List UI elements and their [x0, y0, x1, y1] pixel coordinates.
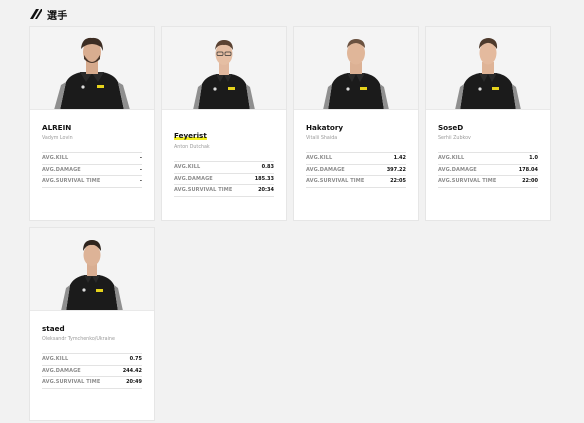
stat-row-kill: AVG.KILL 1.42 [306, 153, 406, 165]
stat-value: 397.22 [386, 166, 406, 173]
player-photo [162, 27, 286, 110]
stat-value: 244.42 [122, 367, 142, 374]
player-real-name: Anton Dutchak [174, 145, 210, 150]
player-stats: AVG.KILL 1.0 AVG.DAMAGE 178.04 AVG.SURVI… [438, 152, 538, 188]
stat-row-kill: AVG.KILL - [42, 153, 142, 165]
stat-label: AVG.DAMAGE [42, 166, 81, 173]
player-name: staed [42, 324, 65, 333]
stat-value: 20:49 [126, 379, 142, 386]
player-card[interactable]: staed Oleksandr Tymchenko/Ukraine AVG.KI… [30, 228, 154, 420]
stat-value: 22:05 [390, 178, 406, 185]
player-name: Feyerist [174, 131, 207, 141]
stat-value: - [139, 155, 142, 162]
player-card[interactable]: ALREIN Vadym Lovin AVG.KILL - AVG.DAMAGE… [30, 27, 154, 220]
player-card[interactable]: SoseD Serhii Zubkov AVG.KILL 1.0 AVG.DAM… [426, 27, 550, 220]
stat-label: AVG.KILL [438, 155, 465, 162]
stat-row-damage: AVG.DAMAGE 178.04 [438, 165, 538, 176]
player-card[interactable]: Hakatory Vitalii Shaida AVG.KILL 1.42 AV… [294, 27, 418, 220]
stat-value: 0.83 [261, 164, 274, 171]
player-name: Hakatory [306, 123, 344, 132]
stat-value: 1.0 [529, 155, 538, 162]
stat-label: AVG.DAMAGE [42, 367, 81, 374]
player-real-name: Vadym Lovin [42, 136, 73, 141]
stat-row-survival-time: AVG.SURVIVAL TIME 22:05 [306, 176, 406, 188]
player-stats: AVG.KILL - AVG.DAMAGE - AVG.SURVIVAL TIM… [42, 152, 142, 188]
stat-value: - [139, 166, 142, 173]
stat-label: AVG.KILL [174, 164, 201, 171]
stat-row-survival-time: AVG.SURVIVAL TIME - [42, 176, 142, 188]
stat-label: AVG.SURVIVAL TIME [174, 187, 233, 194]
stat-value: 0.75 [129, 356, 142, 363]
stat-value: 178.04 [518, 166, 538, 173]
stat-label: AVG.SURVIVAL TIME [42, 379, 101, 386]
stat-label: AVG.DAMAGE [438, 166, 477, 173]
stat-row-damage: AVG.DAMAGE - [42, 165, 142, 176]
stat-value: 1.42 [393, 155, 406, 162]
player-card[interactable]: Feyerist Anton Dutchak AVG.KILL 0.83 AVG… [162, 27, 286, 220]
player-name: ALREIN [42, 123, 72, 132]
stat-row-survival-time: AVG.SURVIVAL TIME 20:49 [42, 377, 142, 389]
player-photo [294, 27, 418, 110]
player-portrait-image [193, 40, 255, 109]
stat-value: - [139, 178, 142, 185]
player-portrait-image [455, 38, 521, 109]
stat-row-damage: AVG.DAMAGE 185.33 [174, 174, 274, 185]
player-portrait-image [323, 39, 389, 109]
player-photo [426, 27, 550, 110]
player-portrait-image [61, 240, 123, 310]
stat-label: AVG.KILL [42, 356, 69, 363]
stat-label: AVG.SURVIVAL TIME [306, 178, 365, 185]
player-photo [30, 27, 154, 110]
stat-row-survival-time: AVG.SURVIVAL TIME 22:00 [438, 176, 538, 188]
player-portrait-image [54, 37, 130, 109]
stat-row-damage: AVG.DAMAGE 397.22 [306, 165, 406, 176]
player-photo [30, 228, 154, 311]
player-real-name: Vitalii Shaida [306, 136, 338, 141]
stat-row-kill: AVG.KILL 0.83 [174, 162, 274, 174]
player-stats: AVG.KILL 0.75 AVG.DAMAGE 244.42 AVG.SURV… [42, 353, 142, 389]
stat-label: AVG.SURVIVAL TIME [438, 178, 497, 185]
stat-row-kill: AVG.KILL 1.0 [438, 153, 538, 165]
stat-row-kill: AVG.KILL 0.75 [42, 354, 142, 366]
player-stats: AVG.KILL 0.83 AVG.DAMAGE 185.33 AVG.SURV… [174, 161, 274, 197]
player-grid: ALREIN Vadym Lovin AVG.KILL - AVG.DAMAGE… [0, 0, 584, 423]
stat-label: AVG.DAMAGE [306, 166, 345, 173]
stat-row-damage: AVG.DAMAGE 244.42 [42, 366, 142, 377]
stat-label: AVG.DAMAGE [174, 175, 213, 182]
player-real-name: Serhii Zubkov [438, 136, 471, 141]
player-real-name: Oleksandr Tymchenko/Ukraine [42, 337, 115, 342]
player-stats: AVG.KILL 1.42 AVG.DAMAGE 397.22 AVG.SURV… [306, 152, 406, 188]
stat-value: 22:00 [522, 178, 538, 185]
stat-label: AVG.SURVIVAL TIME [42, 178, 101, 185]
stat-row-survival-time: AVG.SURVIVAL TIME 20:34 [174, 185, 274, 197]
stat-label: AVG.KILL [306, 155, 333, 162]
player-name: SoseD [438, 123, 464, 132]
stat-value: 185.33 [254, 175, 274, 182]
stat-value: 20:34 [258, 187, 274, 194]
stat-label: AVG.KILL [42, 155, 69, 162]
